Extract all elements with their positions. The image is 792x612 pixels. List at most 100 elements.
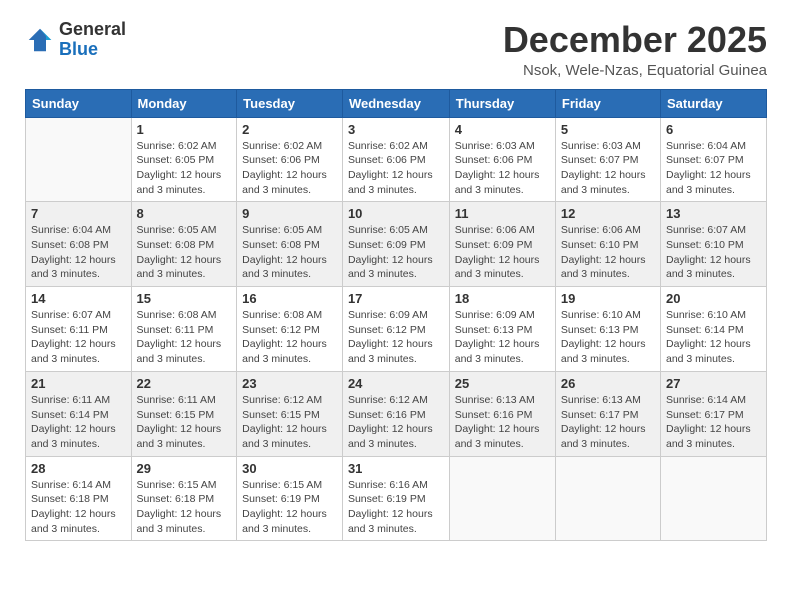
calendar-cell <box>449 456 555 541</box>
calendar-cell: 15 Sunrise: 6:08 AM Sunset: 6:11 PM Dayli… <box>131 287 237 372</box>
day-info: Sunrise: 6:13 AM Sunset: 6:17 PM Dayligh… <box>561 393 655 452</box>
day-number: 23 <box>242 376 337 391</box>
page-header: General Blue December 2025 Nsok, Wele-Nz… <box>25 20 767 79</box>
day-number: 21 <box>31 376 126 391</box>
day-info: Sunrise: 6:09 AM Sunset: 6:12 PM Dayligh… <box>348 308 444 367</box>
day-info: Sunrise: 6:15 AM Sunset: 6:19 PM Dayligh… <box>242 478 337 537</box>
calendar-table: SundayMondayTuesdayWednesdayThursdayFrid… <box>25 89 767 542</box>
day-number: 11 <box>455 206 550 221</box>
calendar-cell: 5 Sunrise: 6:03 AM Sunset: 6:07 PM Daylig… <box>555 117 660 202</box>
column-header-thursday: Thursday <box>449 89 555 117</box>
calendar-cell: 18 Sunrise: 6:09 AM Sunset: 6:13 PM Dayli… <box>449 287 555 372</box>
day-number: 10 <box>348 206 444 221</box>
calendar-cell: 16Sunrise: 6:08 AM Sunset: 6:12 PM Dayli… <box>237 287 343 372</box>
logo-icon <box>25 25 55 55</box>
day-number: 30 <box>242 461 337 476</box>
day-info: Sunrise: 6:10 AM Sunset: 6:13 PM Dayligh… <box>561 308 655 367</box>
day-info: Sunrise: 6:15 AM Sunset: 6:18 PM Dayligh… <box>137 478 232 537</box>
day-info: Sunrise: 6:05 AM Sunset: 6:09 PM Dayligh… <box>348 223 444 282</box>
calendar-cell: 27 Sunrise: 6:14 AM Sunset: 6:17 PM Dayli… <box>660 371 766 456</box>
calendar-cell: 28Sunrise: 6:14 AM Sunset: 6:18 PM Dayli… <box>26 456 132 541</box>
calendar-cell: 23 Sunrise: 6:12 AM Sunset: 6:15 PM Dayli… <box>237 371 343 456</box>
calendar-cell: 20 Sunrise: 6:10 AM Sunset: 6:14 PM Dayli… <box>660 287 766 372</box>
day-number: 9 <box>242 206 337 221</box>
day-number: 26 <box>561 376 655 391</box>
day-info: Sunrise: 6:13 AM Sunset: 6:16 PM Dayligh… <box>455 393 550 452</box>
day-info: Sunrise: 6:07 AM Sunset: 6:10 PM Dayligh… <box>666 223 761 282</box>
day-info: Sunrise: 6:10 AM Sunset: 6:14 PM Dayligh… <box>666 308 761 367</box>
calendar-week-row: 28Sunrise: 6:14 AM Sunset: 6:18 PM Dayli… <box>26 456 767 541</box>
column-header-monday: Monday <box>131 89 237 117</box>
calendar-cell: 25Sunrise: 6:13 AM Sunset: 6:16 PM Dayli… <box>449 371 555 456</box>
day-number: 22 <box>137 376 232 391</box>
column-header-wednesday: Wednesday <box>342 89 449 117</box>
calendar-cell: 13 Sunrise: 6:07 AM Sunset: 6:10 PM Dayli… <box>660 202 766 287</box>
calendar-cell: 2Sunrise: 6:02 AM Sunset: 6:06 PM Daylig… <box>237 117 343 202</box>
location-subtitle: Nsok, Wele-Nzas, Equatorial Guinea <box>503 62 767 79</box>
calendar-cell: 8 Sunrise: 6:05 AM Sunset: 6:08 PM Daylig… <box>131 202 237 287</box>
day-number: 17 <box>348 291 444 306</box>
column-header-friday: Friday <box>555 89 660 117</box>
day-number: 2 <box>242 122 337 137</box>
day-number: 5 <box>561 122 655 137</box>
day-number: 27 <box>666 376 761 391</box>
day-info: Sunrise: 6:07 AM Sunset: 6:11 PM Dayligh… <box>31 308 126 367</box>
day-info: Sunrise: 6:06 AM Sunset: 6:09 PM Dayligh… <box>455 223 550 282</box>
column-header-tuesday: Tuesday <box>237 89 343 117</box>
day-info: Sunrise: 6:14 AM Sunset: 6:18 PM Dayligh… <box>31 478 126 537</box>
calendar-cell: 24 Sunrise: 6:12 AM Sunset: 6:16 PM Dayli… <box>342 371 449 456</box>
calendar-cell: 10 Sunrise: 6:05 AM Sunset: 6:09 PM Dayli… <box>342 202 449 287</box>
logo-blue: Blue <box>59 40 126 60</box>
day-info: Sunrise: 6:08 AM Sunset: 6:11 PM Dayligh… <box>137 308 232 367</box>
calendar-cell: 7Sunrise: 6:04 AM Sunset: 6:08 PM Daylig… <box>26 202 132 287</box>
day-number: 13 <box>666 206 761 221</box>
calendar-header-row: SundayMondayTuesdayWednesdayThursdayFrid… <box>26 89 767 117</box>
day-info: Sunrise: 6:04 AM Sunset: 6:07 PM Dayligh… <box>666 139 761 198</box>
calendar-cell <box>660 456 766 541</box>
day-number: 16 <box>242 291 337 306</box>
calendar-cell: 4 Sunrise: 6:03 AM Sunset: 6:06 PM Daylig… <box>449 117 555 202</box>
day-number: 15 <box>137 291 232 306</box>
day-info: Sunrise: 6:11 AM Sunset: 6:14 PM Dayligh… <box>31 393 126 452</box>
calendar-cell: 6Sunrise: 6:04 AM Sunset: 6:07 PM Daylig… <box>660 117 766 202</box>
calendar-cell: 19 Sunrise: 6:10 AM Sunset: 6:13 PM Dayli… <box>555 287 660 372</box>
calendar-cell: 29Sunrise: 6:15 AM Sunset: 6:18 PM Dayli… <box>131 456 237 541</box>
day-info: Sunrise: 6:12 AM Sunset: 6:15 PM Dayligh… <box>242 393 337 452</box>
day-number: 8 <box>137 206 232 221</box>
day-info: Sunrise: 6:09 AM Sunset: 6:13 PM Dayligh… <box>455 308 550 367</box>
title-block: December 2025 Nsok, Wele-Nzas, Equatoria… <box>503 20 767 79</box>
calendar-cell: 21 Sunrise: 6:11 AM Sunset: 6:14 PM Dayli… <box>26 371 132 456</box>
logo-text: General Blue <box>59 20 126 60</box>
calendar-cell: 3 Sunrise: 6:02 AM Sunset: 6:06 PM Daylig… <box>342 117 449 202</box>
day-info: Sunrise: 6:04 AM Sunset: 6:08 PM Dayligh… <box>31 223 126 282</box>
day-number: 12 <box>561 206 655 221</box>
day-number: 4 <box>455 122 550 137</box>
day-number: 20 <box>666 291 761 306</box>
calendar-cell: 26 Sunrise: 6:13 AM Sunset: 6:17 PM Dayli… <box>555 371 660 456</box>
day-number: 18 <box>455 291 550 306</box>
day-info: Sunrise: 6:03 AM Sunset: 6:06 PM Dayligh… <box>455 139 550 198</box>
day-number: 3 <box>348 122 444 137</box>
calendar-cell: 22Sunrise: 6:11 AM Sunset: 6:15 PM Dayli… <box>131 371 237 456</box>
calendar-cell: 11 Sunrise: 6:06 AM Sunset: 6:09 PM Dayli… <box>449 202 555 287</box>
day-info: Sunrise: 6:05 AM Sunset: 6:08 PM Dayligh… <box>137 223 232 282</box>
calendar-week-row: 21 Sunrise: 6:11 AM Sunset: 6:14 PM Dayli… <box>26 371 767 456</box>
calendar-cell: 17 Sunrise: 6:09 AM Sunset: 6:12 PM Dayli… <box>342 287 449 372</box>
day-number: 1 <box>137 122 232 137</box>
day-info: Sunrise: 6:12 AM Sunset: 6:16 PM Dayligh… <box>348 393 444 452</box>
column-header-saturday: Saturday <box>660 89 766 117</box>
day-info: Sunrise: 6:14 AM Sunset: 6:17 PM Dayligh… <box>666 393 761 452</box>
day-number: 31 <box>348 461 444 476</box>
calendar-cell: 31 Sunrise: 6:16 AM Sunset: 6:19 PM Dayli… <box>342 456 449 541</box>
day-info: Sunrise: 6:05 AM Sunset: 6:08 PM Dayligh… <box>242 223 337 282</box>
day-number: 19 <box>561 291 655 306</box>
day-info: Sunrise: 6:06 AM Sunset: 6:10 PM Dayligh… <box>561 223 655 282</box>
logo-general: General <box>59 20 126 40</box>
calendar-cell: 14 Sunrise: 6:07 AM Sunset: 6:11 PM Dayli… <box>26 287 132 372</box>
day-number: 14 <box>31 291 126 306</box>
calendar-week-row: 1Sunrise: 6:02 AM Sunset: 6:05 PM Daylig… <box>26 117 767 202</box>
day-number: 24 <box>348 376 444 391</box>
day-info: Sunrise: 6:16 AM Sunset: 6:19 PM Dayligh… <box>348 478 444 537</box>
day-info: Sunrise: 6:02 AM Sunset: 6:06 PM Dayligh… <box>348 139 444 198</box>
day-info: Sunrise: 6:03 AM Sunset: 6:07 PM Dayligh… <box>561 139 655 198</box>
